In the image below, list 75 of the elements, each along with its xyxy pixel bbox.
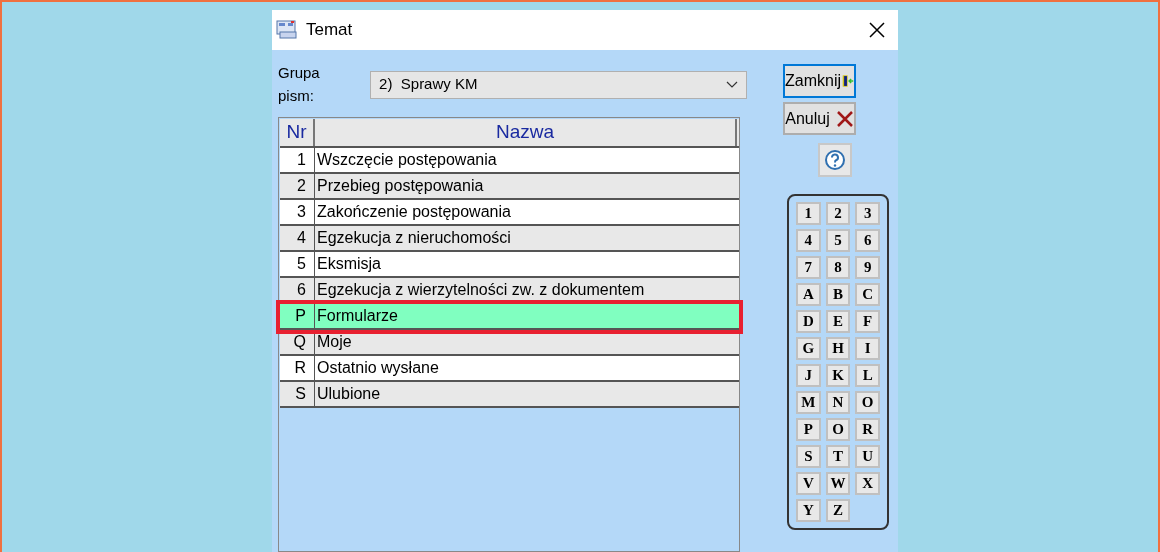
table-cell: Q [280, 330, 315, 354]
table-cell-text: Egzekucja z nieruchomości [316, 228, 512, 248]
letter-key[interactable]: 6 [855, 229, 880, 252]
table-cell: P [280, 304, 315, 328]
door-exit-icon [842, 72, 854, 90]
table-cell-text: Eksmisja [316, 254, 382, 274]
letter-key[interactable]: X [855, 472, 880, 495]
letter-key[interactable]: O [855, 391, 880, 414]
letter-key[interactable]: P [796, 418, 821, 441]
letter-key[interactable]: R [855, 418, 880, 441]
letter-key[interactable]: U [855, 445, 880, 468]
letter-key[interactable]: 5 [825, 229, 851, 252]
letter-key[interactable]: E [825, 310, 851, 333]
table-cell-text: Ulubione [316, 384, 382, 404]
table-cell: 4 [280, 226, 315, 250]
letter-key[interactable]: N [825, 391, 851, 414]
letter-key[interactable]: F [855, 310, 880, 333]
letter-key[interactable]: L [855, 364, 880, 387]
close-dialog-button[interactable]: Zamknij [783, 64, 856, 98]
letter-key[interactable]: A [796, 283, 821, 306]
table-row[interactable]: 1 Wszczęcie postępowania [280, 148, 739, 174]
table-cell-text: Ostatnio wysłane [316, 358, 440, 378]
column-header: Nazwa [315, 119, 737, 146]
window-title: Temat [306, 19, 354, 42]
close-icon [835, 109, 854, 128]
table-cell: 2 [280, 174, 315, 198]
group-dropdown[interactable]: 2) Sprawy KM [370, 70, 747, 99]
table-cell-text: Moje [316, 332, 353, 352]
group-label: Grupa pism: [278, 63, 321, 106]
letter-key[interactable]: V [796, 472, 821, 495]
help-button[interactable] [818, 143, 852, 177]
window-icon [276, 20, 298, 40]
cancel-button[interactable]: Anuluj [783, 102, 856, 135]
table-cell-text: Przebieg postępowania [316, 176, 485, 196]
table-cell: 3 [280, 200, 315, 224]
letter-key[interactable]: 3 [855, 202, 880, 225]
letter-key[interactable]: 8 [825, 256, 851, 279]
chevron-down-icon [726, 80, 738, 89]
letter-key[interactable]: K [825, 364, 851, 387]
letter-key[interactable]: I [855, 337, 880, 360]
letter-key[interactable]: B [825, 283, 851, 306]
letter-key[interactable]: 4 [796, 229, 821, 252]
column-header: Nr [280, 119, 315, 146]
table-row[interactable]: R Ostatnio wysłane [280, 356, 739, 382]
table-cell-text: Wszczęcie postępowania [316, 150, 498, 170]
letter-key[interactable]: G [796, 337, 821, 360]
table-cell-text: Egzekucja z wierzytelności zw. z dokumentem [316, 280, 646, 300]
letter-key[interactable]: T [825, 445, 851, 468]
help-icon [824, 149, 846, 171]
letter-key[interactable]: J [796, 364, 821, 387]
letter-key[interactable]: 9 [855, 256, 880, 279]
letter-key[interactable]: 2 [825, 202, 851, 225]
letter-key[interactable]: Z [825, 499, 851, 522]
table-cell-text: Zakończenie postępowania [316, 202, 512, 222]
table-row[interactable]: S Ulubione [280, 382, 739, 408]
letter-key[interactable]: S [796, 445, 821, 468]
letter-key[interactable]: O [825, 418, 851, 441]
close-icon [869, 22, 885, 38]
letter-key[interactable]: 1 [796, 202, 821, 225]
table-row[interactable]: 2 Przebieg postępowania [280, 174, 739, 200]
letter-key[interactable]: 7 [796, 256, 821, 279]
table-cell: S [280, 382, 315, 406]
table-row[interactable]: 3 Zakończenie postępowania [280, 200, 739, 226]
letter-key[interactable]: C [855, 283, 880, 306]
table-row[interactable]: 5 Eksmisja [280, 252, 739, 278]
letter-key[interactable]: H [825, 337, 851, 360]
table-cell: 5 [280, 252, 315, 276]
letter-key[interactable]: W [825, 472, 851, 495]
letter-key[interactable]: Y [796, 499, 821, 522]
table-cell: R [280, 356, 315, 380]
letter-key[interactable]: D [796, 310, 821, 333]
table-cell-text: Formularze [316, 306, 399, 326]
table-cell: 1 [280, 148, 315, 172]
letter-key[interactable]: M [796, 391, 821, 414]
table-row[interactable]: 4 Egzekucja z nieruchomości [280, 226, 739, 252]
